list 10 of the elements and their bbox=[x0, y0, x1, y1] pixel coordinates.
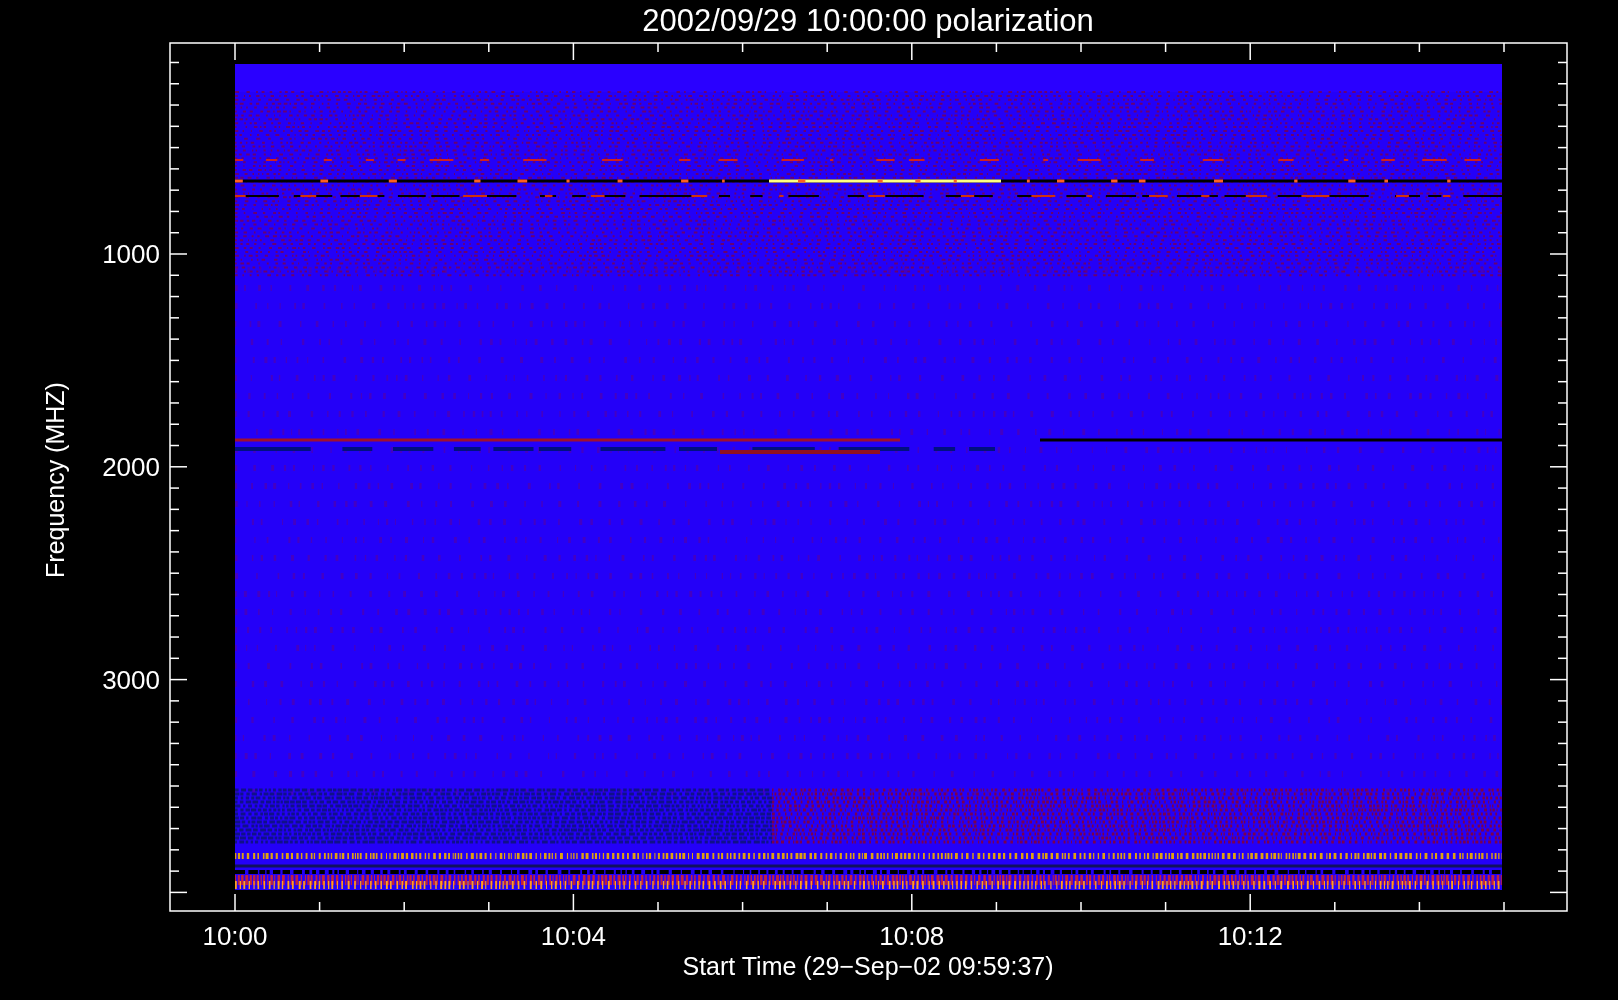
y-axis-label: Frequency (MHZ) bbox=[41, 382, 69, 578]
x-tick-label: 10:08 bbox=[879, 921, 945, 951]
chart-title: 2002/09/29 10:00:00 polarization bbox=[642, 3, 1094, 38]
x-tick-label: 10:12 bbox=[1217, 921, 1283, 951]
y-tick-label: 3000 bbox=[102, 664, 160, 695]
y-tick-label: 1000 bbox=[102, 239, 160, 269]
x-tick-label: 10:04 bbox=[540, 921, 606, 951]
x-tick-label: 10:00 bbox=[202, 921, 268, 951]
x-axis-label: Start Time (29−Sep−02 09:59:37) bbox=[682, 952, 1054, 980]
y-tick-label: 2000 bbox=[102, 451, 160, 482]
